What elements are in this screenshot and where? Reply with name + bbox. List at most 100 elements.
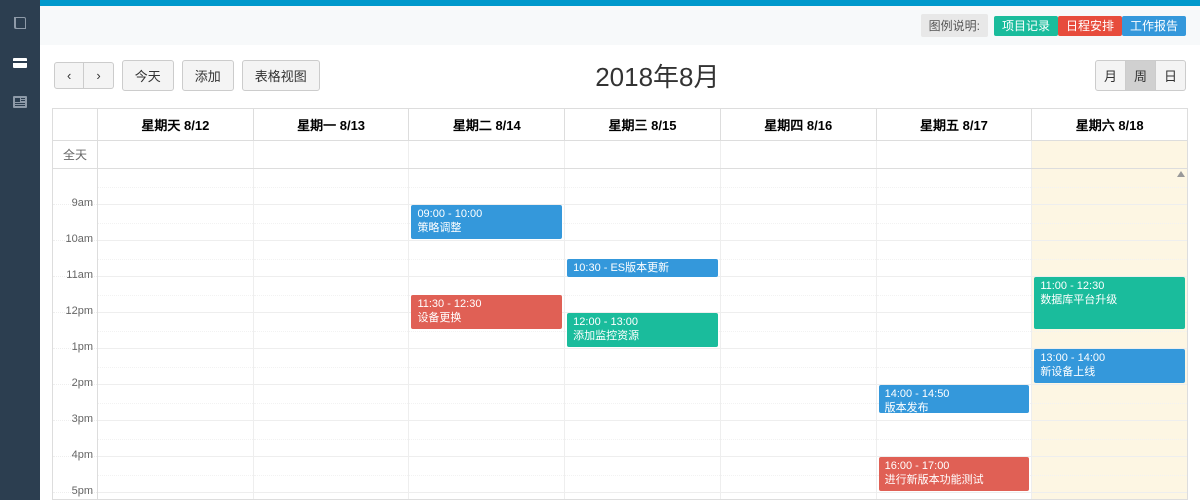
hour-cell[interactable] <box>565 169 720 205</box>
view-week[interactable]: 周 <box>1126 60 1156 91</box>
hour-cell[interactable] <box>1032 493 1187 499</box>
day-column[interactable]: 14:00 - 14:50版本发布 16:00 - 17:00进行新版本功能测试 <box>877 169 1033 499</box>
view-month[interactable]: 月 <box>1095 60 1126 91</box>
day-header[interactable]: 星期天 8/12 <box>98 109 254 140</box>
book-icon[interactable] <box>12 15 28 31</box>
hour-cell[interactable] <box>254 205 409 241</box>
hour-cell[interactable] <box>565 277 720 313</box>
hour-cell[interactable] <box>565 457 720 493</box>
allday-cell[interactable] <box>409 141 565 168</box>
hour-cell[interactable] <box>409 169 564 205</box>
hour-cell[interactable] <box>98 277 253 313</box>
day-column[interactable]: 09:00 - 10:00策略调整 11:30 - 12:30设备更换 <box>409 169 565 499</box>
day-column[interactable]: 10:30 - ES版本更新 12:00 - 13:00添加监控资源 <box>565 169 721 499</box>
hour-cell[interactable] <box>409 241 564 277</box>
hour-cell[interactable] <box>721 385 876 421</box>
hour-cell[interactable] <box>721 205 876 241</box>
hour-cell[interactable] <box>98 169 253 205</box>
day-header[interactable]: 星期一 8/13 <box>254 109 410 140</box>
allday-cell[interactable] <box>98 141 254 168</box>
hour-cell[interactable] <box>98 313 253 349</box>
legend-badge[interactable]: 工作报告 <box>1122 16 1186 36</box>
hour-cell[interactable] <box>1032 205 1187 241</box>
hour-cell[interactable] <box>721 313 876 349</box>
hour-cell[interactable] <box>565 205 720 241</box>
hour-cell[interactable] <box>877 313 1032 349</box>
hour-cell[interactable] <box>877 493 1032 499</box>
day-column[interactable]: 11:00 - 12:30数据库平台升级 13:00 - 14:00新设备上线 <box>1032 169 1187 499</box>
calendar-event[interactable]: 09:00 - 10:00策略调整 <box>411 205 562 239</box>
hour-cell[interactable] <box>721 457 876 493</box>
hour-cell[interactable] <box>254 385 409 421</box>
day-header[interactable]: 星期六 8/18 <box>1032 109 1187 140</box>
day-column[interactable] <box>254 169 410 499</box>
legend-badge[interactable]: 项目记录 <box>994 16 1058 36</box>
today-button[interactable]: 今天 <box>122 60 174 91</box>
day-header[interactable]: 星期三 8/15 <box>565 109 721 140</box>
hour-cell[interactable] <box>409 493 564 499</box>
news-icon[interactable] <box>12 95 28 109</box>
hour-cell[interactable] <box>98 457 253 493</box>
calendar-event[interactable]: 14:00 - 14:50版本发布 <box>879 385 1030 413</box>
hour-cell[interactable] <box>1032 457 1187 493</box>
calendar-event[interactable]: 11:00 - 12:30数据库平台升级 <box>1034 277 1185 329</box>
hour-cell[interactable] <box>721 241 876 277</box>
hour-cell[interactable] <box>565 385 720 421</box>
add-button[interactable]: 添加 <box>182 60 234 91</box>
grid[interactable]: 9am10am11am12pm1pm2pm3pm4pm5pm 09:00 - 1… <box>53 169 1187 499</box>
card-icon[interactable] <box>12 56 28 70</box>
hour-cell[interactable] <box>254 313 409 349</box>
hour-cell[interactable] <box>254 169 409 205</box>
calendar-event[interactable]: 11:30 - 12:30设备更换 <box>411 295 562 329</box>
hour-cell[interactable] <box>409 421 564 457</box>
hour-cell[interactable] <box>565 349 720 385</box>
day-column[interactable] <box>721 169 877 499</box>
allday-cell[interactable] <box>721 141 877 168</box>
hour-cell[interactable] <box>409 457 564 493</box>
hour-cell[interactable] <box>877 277 1032 313</box>
next-button[interactable]: › <box>84 62 113 89</box>
hour-cell[interactable] <box>409 349 564 385</box>
hour-cell[interactable] <box>254 241 409 277</box>
hour-cell[interactable] <box>877 169 1032 205</box>
hour-cell[interactable] <box>1032 169 1187 205</box>
day-column[interactable] <box>98 169 254 499</box>
hour-cell[interactable] <box>1032 421 1187 457</box>
hour-cell[interactable] <box>98 205 253 241</box>
hour-cell[interactable] <box>721 349 876 385</box>
hour-cell[interactable] <box>254 421 409 457</box>
hour-cell[interactable] <box>254 493 409 499</box>
hour-cell[interactable] <box>721 421 876 457</box>
hour-cell[interactable] <box>98 385 253 421</box>
hour-cell[interactable] <box>721 169 876 205</box>
calendar-event[interactable]: 16:00 - 17:00进行新版本功能测试 <box>879 457 1030 491</box>
hour-cell[interactable] <box>1032 241 1187 277</box>
day-header[interactable]: 星期二 8/14 <box>409 109 565 140</box>
hour-cell[interactable] <box>877 241 1032 277</box>
hour-cell[interactable] <box>877 421 1032 457</box>
allday-cell[interactable] <box>1032 141 1187 168</box>
allday-cell[interactable] <box>254 141 410 168</box>
hour-cell[interactable] <box>565 421 720 457</box>
hour-cell[interactable] <box>254 277 409 313</box>
hour-cell[interactable] <box>98 349 253 385</box>
calendar-event[interactable]: 10:30 - ES版本更新 <box>567 259 718 277</box>
day-header[interactable]: 星期五 8/17 <box>877 109 1033 140</box>
hour-cell[interactable] <box>721 277 876 313</box>
legend-badge[interactable]: 日程安排 <box>1058 16 1122 36</box>
calendar-event[interactable]: 13:00 - 14:00新设备上线 <box>1034 349 1185 383</box>
hour-cell[interactable] <box>1032 385 1187 421</box>
hour-cell[interactable] <box>721 493 876 499</box>
calendar-event[interactable]: 12:00 - 13:00添加监控资源 <box>567 313 718 347</box>
prev-button[interactable]: ‹ <box>54 62 84 89</box>
allday-cell[interactable] <box>565 141 721 168</box>
allday-cell[interactable] <box>877 141 1033 168</box>
hour-cell[interactable] <box>409 385 564 421</box>
view-day[interactable]: 日 <box>1156 60 1186 91</box>
hour-cell[interactable] <box>98 421 253 457</box>
hour-cell[interactable] <box>877 349 1032 385</box>
hour-cell[interactable] <box>98 241 253 277</box>
hour-cell[interactable] <box>254 349 409 385</box>
hour-cell[interactable] <box>98 493 253 499</box>
day-header[interactable]: 星期四 8/16 <box>721 109 877 140</box>
